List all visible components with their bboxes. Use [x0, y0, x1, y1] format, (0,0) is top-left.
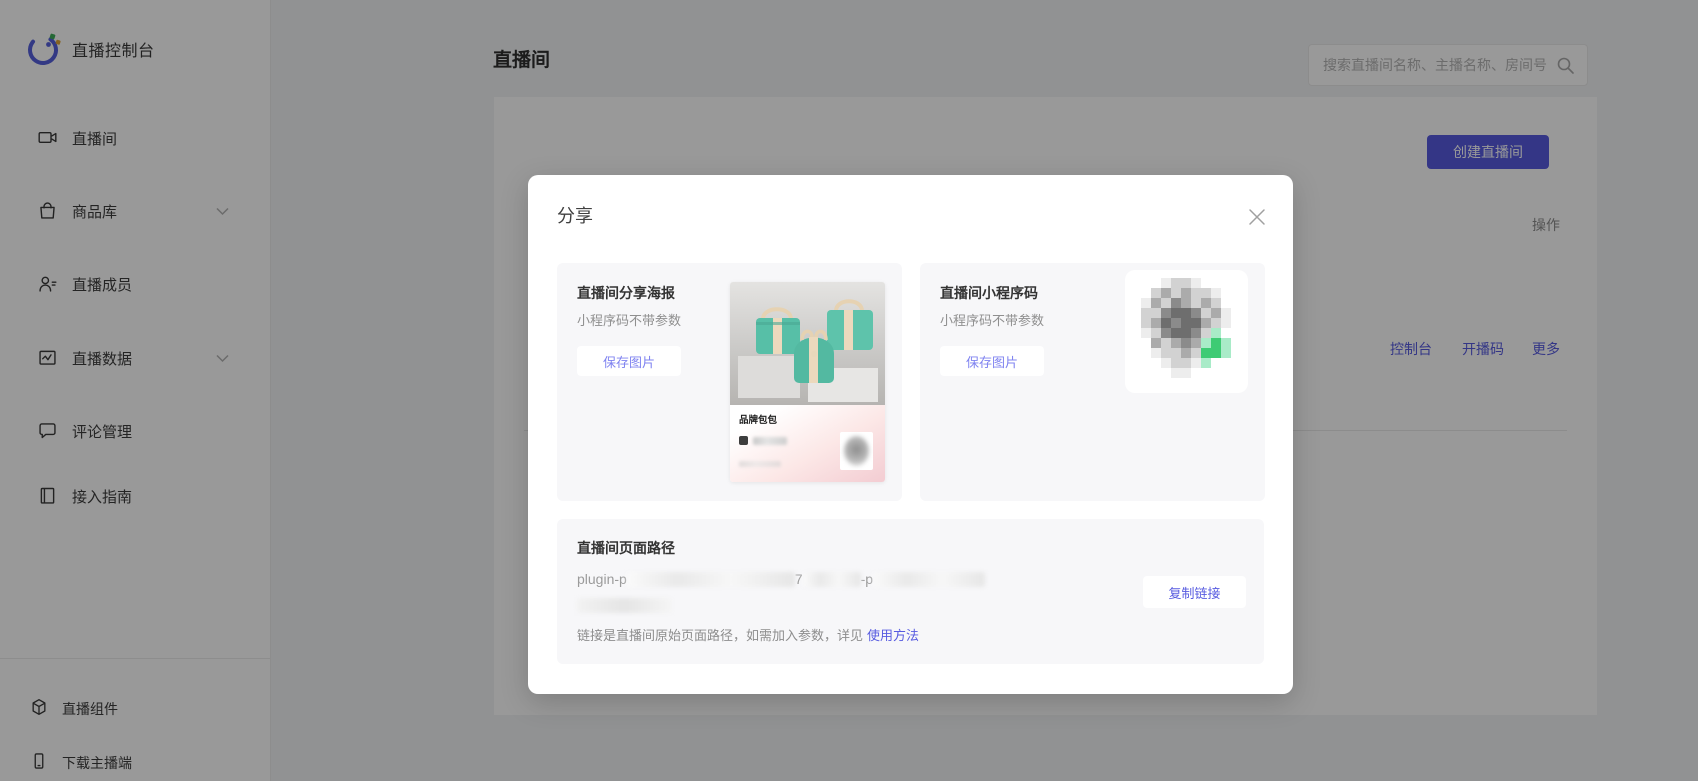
share-poster-card: 直播间分享海报 小程序码不带参数 保存图片 品牌包包: [557, 263, 902, 501]
path-fragment: -p: [860, 571, 874, 587]
qrcode-card-subtitle: 小程序码不带参数: [940, 313, 1045, 328]
copy-link-button[interactable]: 复制链接: [1143, 576, 1246, 608]
path-note: 链接是直播间原始页面路径，如需加入参数，详见 使用方法: [577, 625, 919, 644]
poster-photo: [730, 282, 885, 405]
close-icon[interactable]: [1248, 208, 1266, 226]
usage-guide-link[interactable]: 使用方法: [867, 628, 919, 643]
poster-qr-blur: [840, 432, 873, 470]
modal-title: 分享: [557, 206, 593, 226]
path-note-text: 链接是直播间原始页面路径，如需加入参数，详见: [577, 628, 864, 643]
path-blurred-line2: [577, 598, 672, 613]
path-blurred-segment: [626, 572, 795, 587]
poster-card-title: 直播间分享海报: [577, 285, 675, 301]
page-path-text: plugin-p 7 -p: [577, 571, 986, 589]
mini-program-code-thumbnail: [1125, 270, 1248, 393]
path-section-title: 直播间页面路径: [577, 540, 675, 556]
mini-program-code-card: 直播间小程序码 小程序码不带参数 保存图片: [920, 263, 1265, 501]
share-modal: 分享 直播间分享海报 小程序码不带参数 保存图片 品牌包包 直播间小程序码 小程…: [528, 175, 1293, 694]
qrcode-card-title: 直播间小程序码: [940, 285, 1038, 301]
save-poster-button[interactable]: 保存图片: [577, 346, 681, 376]
path-blurred-segment: [873, 572, 986, 587]
save-qrcode-button[interactable]: 保存图片: [940, 346, 1044, 376]
poster-app-icon: [739, 436, 748, 445]
share-poster-thumbnail: 品牌包包: [730, 282, 885, 482]
poster-blurred-text: [753, 437, 787, 445]
path-fragment: plugin-p: [577, 571, 627, 587]
poster-product-label: 品牌包包: [739, 415, 778, 426]
path-blurred-segment: [802, 572, 861, 587]
poster-info: 品牌包包: [730, 405, 885, 482]
poster-blurred-text: [739, 461, 781, 467]
poster-card-subtitle: 小程序码不带参数: [577, 313, 682, 328]
path-fragment: 7: [794, 571, 803, 587]
page-path-section: 直播间页面路径 plugin-p 7 -p 复制链接 链接是直播间原始页面路径，如需…: [557, 519, 1264, 664]
